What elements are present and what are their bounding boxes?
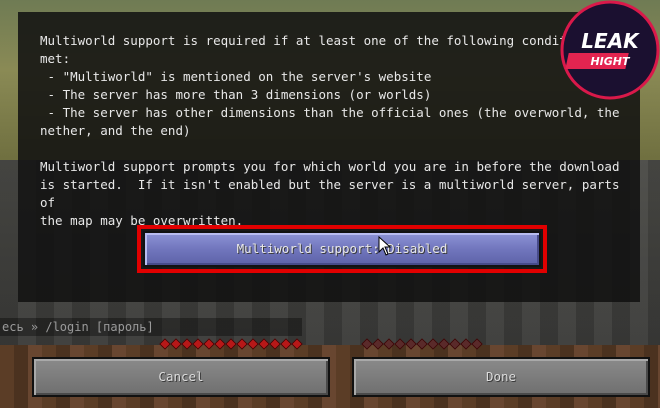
hunger-icon [361,338,373,350]
multiworld-toggle-button[interactable]: Multiworld support: Disabled [143,231,541,267]
heart-icon [225,338,237,350]
dialog-description: Multiworld support is required if at lea… [40,33,628,228]
heart-icon [181,338,193,350]
hunger-icon [405,338,417,350]
heart-icon [203,338,215,350]
hunger-icon [471,338,483,350]
heart-icon [159,338,171,350]
hunger-icon [449,338,461,350]
hunger-bar [361,338,483,351]
health-bar [159,338,303,351]
heart-icon [247,338,259,350]
heart-icon [269,338,281,350]
hunger-icon [438,338,450,350]
heart-icon [170,338,182,350]
hunger-icon [427,338,439,350]
mouse-cursor-icon [378,236,392,256]
hunger-icon [460,338,472,350]
hunger-icon [372,338,384,350]
svg-text:LEAK: LEAK [581,29,640,53]
heart-icon [280,338,292,350]
done-button[interactable]: Done [352,357,650,397]
heart-icon [236,338,248,350]
heart-icon [258,338,270,350]
heart-icon [291,338,303,350]
leak-hight-logo: LEAK HIGHT [560,0,660,100]
hunger-icon [383,338,395,350]
svg-text:HIGHT: HIGHT [590,55,631,68]
hunger-icon [416,338,428,350]
cancel-button[interactable]: Cancel [32,357,330,397]
hunger-icon [394,338,406,350]
chat-message: есь » /login [пароль] [0,318,302,336]
heart-icon [214,338,226,350]
heart-icon [192,338,204,350]
